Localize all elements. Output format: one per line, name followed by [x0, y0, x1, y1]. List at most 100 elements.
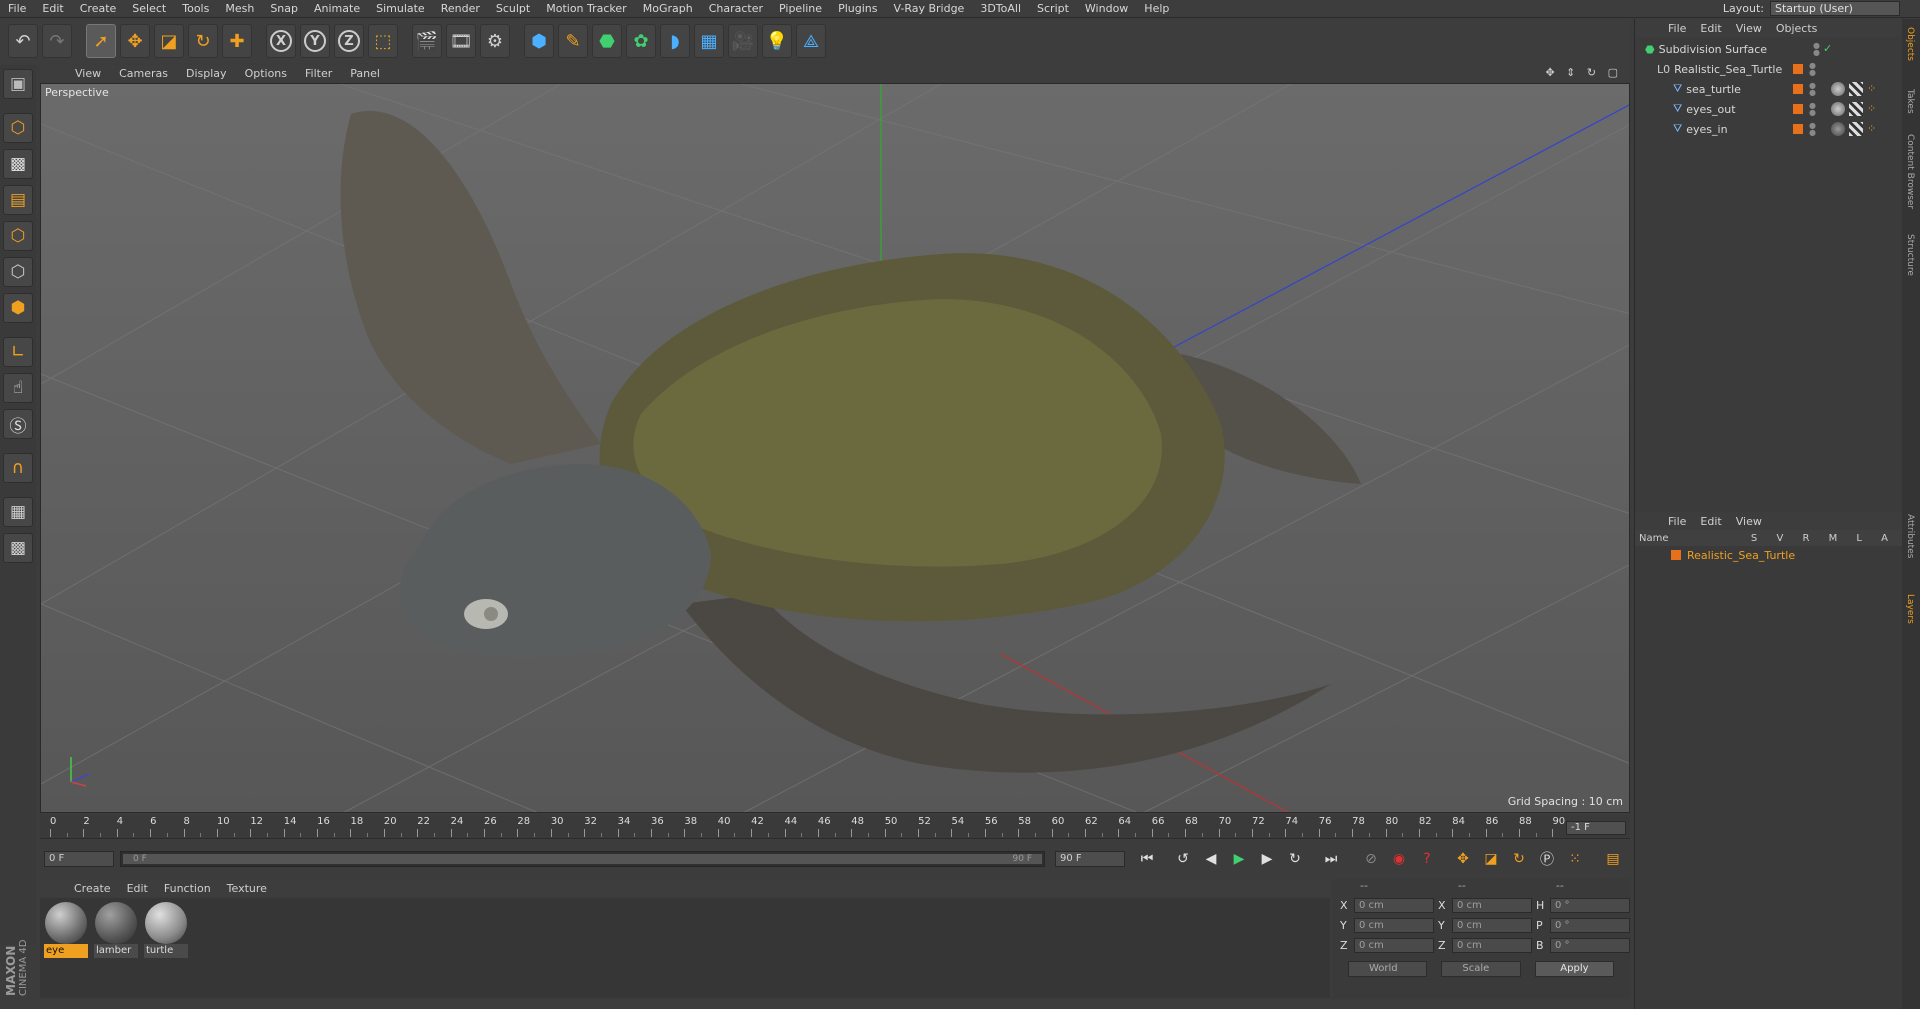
menu-motion-tracker[interactable]: Motion Tracker	[538, 2, 634, 15]
make-editable-icon[interactable]: ▣	[3, 69, 33, 99]
menu-pipeline[interactable]: Pipeline	[771, 2, 830, 15]
spline-pen-icon[interactable]: ✎	[558, 24, 588, 58]
cube-primitive-icon[interactable]: ⬢	[524, 24, 554, 58]
tab-structure[interactable]: Structure	[1905, 234, 1915, 276]
edges-mode-icon[interactable]: ⬡	[3, 257, 33, 287]
mograph-cloner-icon[interactable]: ✿	[626, 24, 656, 58]
menu-window[interactable]: Window	[1077, 2, 1136, 15]
menu-mesh[interactable]: Mesh	[217, 2, 262, 15]
previous-key-icon[interactable]: ↺	[1171, 847, 1195, 871]
material-menu-edit[interactable]: Edit	[119, 882, 156, 895]
select-tool-icon[interactable]: ➚	[86, 24, 116, 58]
next-frame-icon[interactable]: ▶	[1255, 847, 1279, 871]
layer-row-realistic-sea-turtle[interactable]: Realistic_Sea_Turtle	[1635, 546, 1902, 564]
menu-render[interactable]: Render	[433, 2, 488, 15]
objects-menu-view[interactable]: View	[1729, 22, 1769, 35]
size-z-field[interactable]: 0 cm	[1452, 937, 1532, 953]
workplane-lock-icon[interactable]: ▦	[3, 497, 33, 527]
tab-objects[interactable]: Objects	[1905, 27, 1915, 61]
layers-menu-edit[interactable]: Edit	[1693, 515, 1728, 528]
menu-character[interactable]: Character	[701, 2, 771, 15]
grid-snap-icon[interactable]: ▩	[3, 533, 33, 563]
material-swatch-eye[interactable]: eye	[44, 902, 88, 960]
viewport-menu-view[interactable]: View	[66, 67, 110, 80]
phong-tag-icon[interactable]: ⁘	[1867, 82, 1881, 96]
workplane-mode-icon[interactable]: ▤	[3, 185, 33, 215]
layer-color-swatch[interactable]	[1671, 550, 1681, 560]
menu-edit[interactable]: Edit	[34, 2, 71, 15]
render-view-icon[interactable]: 🎬	[412, 24, 442, 58]
object-row-eyes-in[interactable]: ⛛ eyes_in ● ● ⁘	[1635, 119, 1903, 139]
redo-icon[interactable]: ↷	[42, 24, 72, 58]
polygons-mode-icon[interactable]: ⬢	[3, 293, 33, 323]
menu-3dtoall[interactable]: 3DToAll	[972, 2, 1029, 15]
layers-menu-file[interactable]: File	[1661, 515, 1693, 528]
menu-animate[interactable]: Animate	[306, 2, 368, 15]
object-row-sea-turtle[interactable]: ⛛ sea_turtle ● ● ⁘	[1635, 79, 1903, 99]
tab-attributes[interactable]: Attributes	[1905, 514, 1915, 558]
key-parameter-icon[interactable]: Ⓟ	[1535, 847, 1559, 871]
y-axis-lock[interactable]: Y	[300, 24, 330, 58]
position-z-field[interactable]: 0 cm	[1354, 937, 1434, 953]
phong-tag-icon[interactable]: ⁘	[1867, 122, 1881, 136]
go-to-end-icon[interactable]: ⏭	[1319, 847, 1343, 871]
texture-tag-icon[interactable]	[1849, 82, 1863, 96]
visibility-dots[interactable]: ● ●	[1809, 62, 1816, 77]
record-active-icon[interactable]: ◉	[1387, 847, 1411, 871]
position-x-field[interactable]: 0 cm	[1354, 897, 1434, 913]
object-row-eyes-out[interactable]: ⛛ eyes_out ● ● ⁘	[1635, 99, 1903, 119]
z-axis-lock[interactable]: Z	[334, 24, 364, 58]
end-frame-field[interactable]: 90 F	[1055, 851, 1125, 867]
layer-tag[interactable]	[1793, 124, 1803, 134]
visibility-dots[interactable]: ● ●	[1809, 122, 1816, 137]
coordinate-space-dropdown[interactable]: World	[1348, 961, 1428, 977]
frame-ruler[interactable]: 0 2 4 6 8 10 12 14 16 18 20 22 24 26 28 30 32 34 36 38 40 42 4…	[50, 815, 1565, 839]
layers-menu-view[interactable]: View	[1729, 515, 1769, 528]
rotation-p-field[interactable]: 0 °	[1550, 917, 1630, 933]
model-mode-icon[interactable]: ⬡	[3, 113, 33, 143]
texture-tag-icon[interactable]	[1849, 122, 1863, 136]
visibility-dots[interactable]: ● ●	[1813, 42, 1820, 57]
go-to-start-icon[interactable]: ⏮	[1135, 847, 1159, 871]
light-icon[interactable]: 💡	[762, 24, 792, 58]
coordinate-system-icon[interactable]: ⬚	[368, 24, 398, 58]
key-scale-icon[interactable]: ◪	[1479, 847, 1503, 871]
tweak-mode-icon[interactable]: ☝	[3, 373, 33, 403]
rotation-h-field[interactable]: 0 °	[1550, 897, 1630, 913]
layer-tag[interactable]	[1793, 64, 1803, 74]
material-menu-create[interactable]: Create	[66, 882, 119, 895]
live-select-icon[interactable]: ✚	[222, 24, 252, 58]
play-icon[interactable]: ▶	[1227, 847, 1251, 871]
objects-menu-file[interactable]: File	[1661, 22, 1693, 35]
visibility-dots[interactable]: ● ●	[1809, 82, 1816, 97]
tab-content-browser[interactable]: Content Browser	[1905, 134, 1915, 209]
tab-takes[interactable]: Takes	[1905, 89, 1915, 114]
layer-tag[interactable]	[1793, 84, 1803, 94]
texture-tag-icon[interactable]	[1849, 102, 1863, 116]
deformer-icon[interactable]: ◗	[660, 24, 690, 58]
object-row-subdivision-surface[interactable]: ⬣ Subdivision Surface ● ● ✓	[1635, 39, 1903, 59]
autokey-icon[interactable]: ?	[1415, 847, 1439, 871]
size-mode-dropdown[interactable]: Scale	[1441, 961, 1521, 977]
previous-frame-icon[interactable]: ◀	[1199, 847, 1223, 871]
size-y-field[interactable]: 0 cm	[1452, 917, 1532, 933]
menu-snap[interactable]: Snap	[262, 2, 306, 15]
key-pla-icon[interactable]: ⁙	[1563, 847, 1587, 871]
viewport-menu-filter[interactable]: Filter	[296, 67, 341, 80]
layer-tag[interactable]	[1793, 104, 1803, 114]
material-tag-icon[interactable]	[1831, 122, 1845, 136]
magnet-icon[interactable]: ∩	[3, 453, 33, 483]
points-mode-icon[interactable]: ⬡	[3, 221, 33, 251]
position-y-field[interactable]: 0 cm	[1354, 917, 1434, 933]
x-axis-lock[interactable]: X	[266, 24, 296, 58]
subdivision-generator-icon[interactable]: ⬣	[592, 24, 622, 58]
material-tag-icon[interactable]	[1831, 102, 1845, 116]
viewport-menu-display[interactable]: Display	[177, 67, 236, 80]
scale-tool-icon[interactable]: ◪	[154, 24, 184, 58]
menu-help[interactable]: Help	[1136, 2, 1177, 15]
layout-dropdown[interactable]: Startup (User)	[1770, 1, 1900, 16]
key-position-icon[interactable]: ✥	[1451, 847, 1475, 871]
menu-vray-bridge[interactable]: V-Ray Bridge	[885, 2, 972, 15]
key-rotation-icon[interactable]: ↻	[1507, 847, 1531, 871]
material-swatch-turtle[interactable]: turtle	[144, 902, 188, 960]
